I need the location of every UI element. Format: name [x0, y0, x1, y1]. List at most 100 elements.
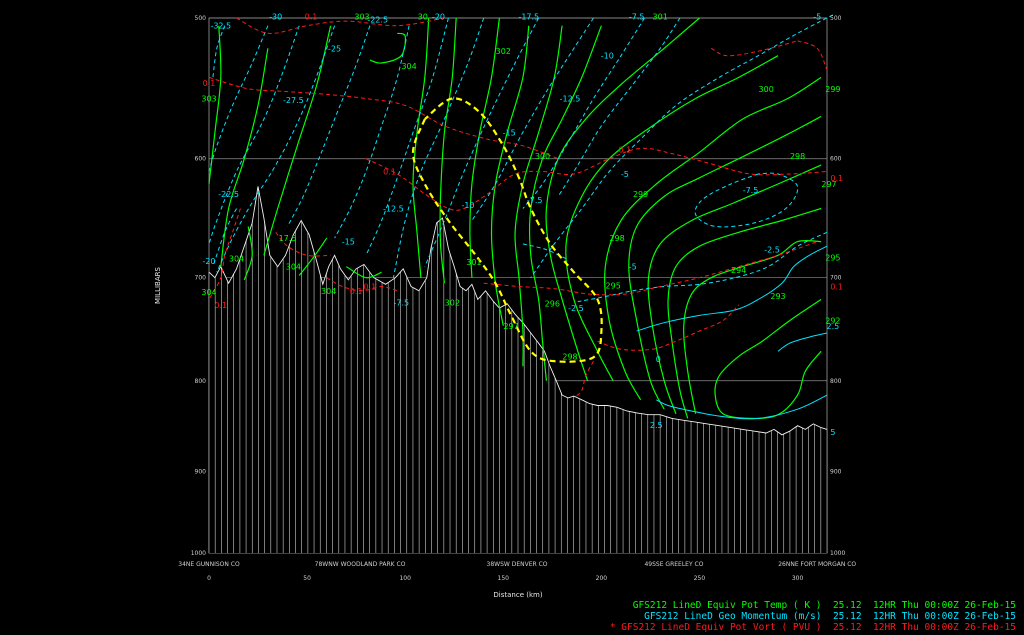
equiv-pot-temp-label: 297 — [503, 322, 518, 331]
pressure-tick-label-right: 500 — [830, 15, 842, 22]
equiv-pot-temp-label: 304 — [401, 62, 416, 71]
equiv-pot-temp-label: 296 — [545, 300, 560, 309]
geo-momentum-label: -17.5 — [518, 13, 539, 22]
equiv-pot-temp-label: 300 — [535, 152, 550, 161]
geo-momentum-contour — [216, 25, 336, 273]
equiv-pot-vort-label: 0.1 — [364, 283, 377, 292]
equiv-pot-vort-label: 0.1 — [830, 283, 843, 292]
geo-momentum-label: -5 — [621, 170, 629, 179]
equiv-pot-temp-label: 295 — [606, 281, 621, 290]
equiv-pot-temp-label: 30 — [418, 13, 428, 22]
equiv-pot-temp-contour — [490, 25, 530, 326]
equiv-pot-vort-label: 0.1 — [830, 174, 843, 183]
equiv-pot-vort-label: 0.1 — [619, 146, 632, 155]
geo-momentum-contour — [522, 17, 645, 209]
equiv-pot-temp-label: 299 — [633, 190, 648, 199]
equiv-pot-temp-label: 298 — [562, 352, 577, 361]
geo-momentum-label: -30 — [269, 13, 282, 22]
geo-momentum-label: -25 — [328, 44, 341, 53]
legend-entry: * GFS212 LineD Equiv Pot Vort ( PVU ) 25… — [610, 622, 1016, 633]
geo-momentum-label: -10 — [461, 201, 474, 210]
equiv-pot-temp-label: 304 — [229, 255, 244, 264]
geo-momentum-label: -15 — [342, 238, 355, 247]
location-label: 38WSW DENVER CO — [487, 561, 548, 568]
geo-momentum-label: -12.5 — [560, 95, 581, 104]
geo-momentum-label: -2.5 — [764, 246, 780, 255]
pressure-tick-label-left: 1000 — [191, 550, 206, 557]
geo-momentum-label: -32.5 — [210, 22, 231, 31]
geo-momentum-label: -7.5 — [393, 299, 409, 308]
equiv-pot-temp-contour — [714, 298, 822, 420]
legend-name: GFS212 LineD Equiv Pot Temp ( K ) — [632, 600, 822, 611]
legend-name: GFS212 LineD Geo Momentum (m/s) — [644, 611, 822, 622]
equiv-pot-vort-contour — [573, 360, 594, 399]
distance-tick-label: 300 — [792, 575, 804, 582]
location-label: 26NNE FORT MORGAN CO — [778, 561, 856, 568]
equiv-pot-temp-contour — [545, 17, 700, 381]
location-label: 49SSE GREELEY CO — [644, 561, 703, 568]
geo-momentum-label: -7.5 — [527, 196, 543, 205]
geo-momentum-contour — [471, 17, 594, 221]
location-label: 78WNW WOODLAND PARK CO — [315, 561, 406, 568]
pressure-tick-label-left: 600 — [195, 156, 207, 163]
pressure-tick-label-left: 800 — [195, 378, 207, 385]
geo-momentum-label: 2.5 — [827, 322, 840, 331]
geo-momentum-label: -22.5 — [218, 190, 239, 199]
pressure-tick-label-left: 500 — [195, 15, 207, 22]
legend-entry: GFS212 LineD Equiv Pot Temp ( K ) 25.12 … — [610, 600, 1016, 611]
distance-tick-label: 250 — [694, 575, 706, 582]
equiv-pot-temp-label: 294 — [731, 266, 746, 275]
equiv-pot-temp-label: 304 — [201, 288, 216, 297]
distance-tick-label: 0 — [207, 575, 211, 582]
geo-momentum-label: -22.5 — [367, 16, 388, 25]
equiv-pot-vort-contour — [710, 40, 798, 57]
geo-momentum-label: -5 — [813, 13, 821, 22]
equiv-pot-vort-contour — [797, 40, 828, 71]
pressure-tick-label-right: 900 — [830, 469, 842, 476]
y-axis-title: MILLIBARS — [154, 267, 162, 304]
geo-momentum-label: 2.5 — [650, 421, 663, 430]
distance-tick-label: 50 — [303, 575, 311, 582]
pressure-tick-label-right: 600 — [830, 156, 842, 163]
legend-valid: 12HR Thu 00:00Z 26-Feb-15 — [873, 600, 1016, 611]
legend-name: GFS212 LineD Equiv Pot Vort ( PVU ) — [621, 622, 822, 633]
geo-momentum-label: -27.5 — [283, 96, 304, 105]
equiv-pot-temp-label: 17.5 — [279, 234, 297, 243]
legend-valid: 12HR Thu 00:00Z 26-Feb-15 — [873, 622, 1016, 633]
equiv-pot-temp-label: 300 — [759, 85, 774, 94]
equiv-pot-vort-label: 0.1 — [305, 13, 318, 22]
equiv-pot-temp-contour — [469, 17, 500, 278]
geo-momentum-label: -5 — [629, 263, 637, 272]
geo-momentum-label: -2.5 — [568, 304, 584, 313]
equiv-pot-temp-label: 302 — [496, 47, 511, 56]
geo-momentum-label: -20 — [202, 257, 215, 266]
equiv-pot-vort-label: 0.1 — [203, 79, 216, 88]
legend: GFS212 LineD Equiv Pot Temp ( K ) 25.12 … — [610, 600, 1016, 633]
equiv-pot-temp-label: 293 — [770, 292, 785, 301]
pressure-tick-label-right: 1000 — [830, 550, 845, 557]
geo-momentum-contour-positive — [636, 245, 828, 332]
pressure-tick-label-right: 700 — [830, 275, 842, 282]
geo-momentum-contour — [530, 14, 834, 278]
geo-momentum-label: -10 — [601, 52, 614, 61]
distance-tick-label: 200 — [596, 575, 608, 582]
equiv-pot-temp-contour — [647, 164, 822, 414]
legend-value: 25.12 — [832, 622, 862, 633]
equiv-pot-temp-contour — [412, 17, 430, 278]
equiv-pot-temp-label: 295 — [825, 254, 840, 263]
equiv-pot-temp-label: 304 — [321, 287, 336, 296]
equiv-pot-temp-label: 302 — [445, 299, 460, 308]
equiv-pot-temp-label: 301 — [653, 13, 668, 22]
cross-section-chart: 3033043023002992982952942932922952972982… — [154, 13, 856, 600]
equiv-pot-temp-label: 298 — [609, 234, 624, 243]
distance-tick-label: 100 — [399, 575, 411, 582]
geo-momentum-label: -12.5 — [383, 205, 404, 214]
legend-entry: GFS212 LineD Geo Momentum (m/s) 25.12 12… — [610, 611, 1016, 622]
x-axis-title: Distance (km) — [493, 591, 542, 599]
pressure-tick-label-left: 700 — [195, 275, 207, 282]
location-label: 34NE GUNNISON CO — [178, 561, 240, 568]
equiv-pot-temp-contour — [604, 76, 822, 401]
legend-marker: * — [609, 622, 616, 633]
equiv-pot-vort-label: 0.1 — [383, 168, 396, 177]
equiv-pot-vort-label: 0.1 — [214, 301, 227, 310]
